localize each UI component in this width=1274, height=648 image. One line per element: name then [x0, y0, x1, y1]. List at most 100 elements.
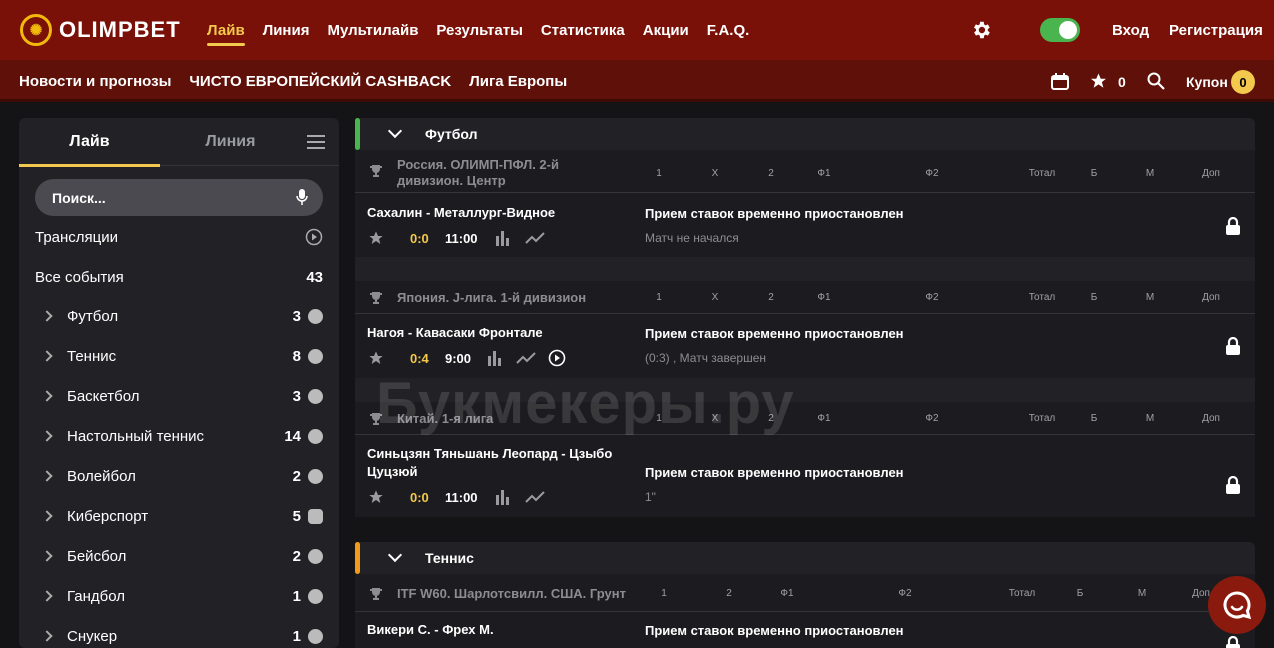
col-under: М	[1145, 168, 1155, 179]
tab-live[interactable]: Лайв	[19, 118, 160, 167]
bar-chart-icon[interactable]	[494, 489, 510, 505]
event-row[interactable]: Синьцзян Тяньшань Леопард - Цзыбо Цуцзюй…	[355, 435, 1255, 517]
trend-icon[interactable]	[525, 489, 545, 505]
sidebar-item-baseball[interactable]: Бейсбол 2	[35, 537, 323, 577]
league-header: ITF W60. Шарлотсвилл. США. Грунт 1 2 Ф1 …	[355, 574, 1255, 612]
sport-title: Теннис	[425, 550, 474, 566]
event-row[interactable]: Сахалин - Металлург-Видное 0:0 11:00 При…	[355, 193, 1255, 257]
play-icon[interactable]	[548, 349, 566, 367]
snooker-icon	[308, 629, 323, 644]
sport-count: 2	[292, 548, 301, 565]
menu-icon[interactable]	[307, 135, 325, 149]
bar-chart-icon[interactable]	[486, 350, 502, 366]
nav-promotions[interactable]: Акции	[643, 22, 689, 39]
event-teams[interactable]: Сахалин - Металлург-Видное	[367, 204, 555, 222]
sport-label: Настольный теннис	[67, 428, 205, 445]
chat-bubble-icon	[1223, 591, 1252, 620]
col-2: 2	[768, 168, 774, 179]
event-score: 0:0	[410, 490, 429, 505]
event-status: Прием ставок временно приостановлен	[645, 326, 904, 341]
sport-header-tennis[interactable]: Теннис	[355, 542, 1255, 574]
coupon-button[interactable]: Купон	[1186, 74, 1228, 90]
nav-live[interactable]: Лайв	[207, 22, 245, 46]
sport-header-football[interactable]: Футбол	[355, 118, 1255, 150]
trend-icon[interactable]	[516, 350, 536, 366]
search-icon[interactable]	[1147, 72, 1165, 90]
bar-chart-icon[interactable]	[494, 230, 510, 246]
sport-label: Футбол	[67, 308, 119, 325]
play-icon	[305, 228, 323, 246]
sidebar-item-basketball[interactable]: Баскетбол 3	[35, 377, 323, 417]
star-icon[interactable]	[368, 350, 384, 366]
trend-icon[interactable]	[525, 230, 545, 246]
chat-button[interactable]	[1208, 576, 1266, 634]
sidebar-item-tennis[interactable]: Теннис 8	[35, 337, 323, 377]
sport-count: 8	[292, 348, 301, 365]
event-row[interactable]: Нагоя - Кавасаки Фронтале 0:4 9:00 Прием…	[355, 314, 1255, 378]
subnav-news[interactable]: Новости и прогнозы	[19, 73, 171, 90]
subnav-cashback[interactable]: ЧИСТО ЕВРОПЕЙСКИЙ CASHBACK	[189, 73, 451, 90]
col-f1: Ф1	[817, 168, 831, 179]
sidebar-item-handball[interactable]: Гандбол 1	[35, 577, 323, 617]
sidebar-item-table-tennis[interactable]: Настольный теннис 14	[35, 417, 323, 457]
sport-label: Баскетбол	[67, 388, 140, 405]
sport-title: Футбол	[425, 126, 478, 142]
theme-toggle[interactable]	[1040, 18, 1080, 42]
nav-line[interactable]: Линия	[263, 22, 310, 39]
microphone-icon[interactable]	[296, 189, 308, 206]
watermark: Букмекеры.ру	[376, 371, 795, 436]
event-teams[interactable]: Нагоя - Кавасаки Фронтале	[367, 324, 543, 342]
all-events-item[interactable]: Все события 43	[35, 257, 323, 297]
league-name: Россия. ОЛИМП-ПФЛ. 2-й дивизион. Центр	[397, 157, 559, 188]
sub-nav: Новости и прогнозы ЧИСТО ЕВРОПЕЙСКИЙ CAS…	[19, 60, 567, 102]
chevron-down-icon[interactable]	[387, 123, 403, 139]
chevron-down-icon[interactable]	[387, 547, 403, 563]
star-icon[interactable]	[368, 489, 384, 505]
gear-icon[interactable]	[970, 19, 992, 41]
chevron-right-icon	[41, 550, 53, 562]
sport-count: 3	[292, 308, 301, 325]
star-icon[interactable]	[368, 230, 384, 246]
lock-icon	[1226, 337, 1240, 355]
handball-icon	[308, 589, 323, 604]
event-row[interactable]: Викери С. - Фрех М. Прием ставок временн…	[355, 612, 1255, 648]
sport-label: Киберспорт	[67, 508, 149, 525]
nav-results[interactable]: Результаты	[436, 22, 522, 39]
chevron-right-icon	[41, 310, 53, 322]
search-input[interactable]: Поиск...	[35, 179, 323, 216]
col-over: Б	[1090, 168, 1098, 179]
event-substatus: 1"	[645, 490, 656, 504]
calendar-icon[interactable]	[1051, 73, 1069, 90]
col-f1: Ф1	[817, 413, 831, 424]
col-1: 1	[661, 588, 667, 599]
tab-line[interactable]: Линия	[160, 118, 301, 166]
basketball-icon	[308, 389, 323, 404]
col-1: 1	[656, 292, 662, 303]
favorites-star-icon[interactable]	[1089, 72, 1108, 90]
event-status: Прием ставок временно приостановлен	[645, 465, 904, 480]
sidebar-item-football[interactable]: Футбол 3	[35, 297, 323, 337]
event-teams[interactable]: Викери С. - Фрех М.	[367, 621, 494, 639]
event-teams[interactable]: Синьцзян Тяньшань Леопард - Цзыбо Цуцзюй	[367, 445, 617, 481]
trophy-icon	[370, 588, 382, 600]
col-total: Тотал	[1028, 168, 1056, 179]
register-button[interactable]: Регистрация	[1169, 22, 1263, 39]
sidebar-item-esports[interactable]: Киберспорт 5	[35, 497, 323, 537]
table-tennis-icon	[308, 429, 323, 444]
broadcasts-item[interactable]: Трансляции	[35, 217, 323, 257]
sidebar-item-snooker[interactable]: Снукер 1	[35, 617, 323, 648]
gamepad-icon	[308, 509, 323, 524]
subnav-europa-league[interactable]: Лига Европы	[469, 73, 567, 90]
sidebar-item-volleyball[interactable]: Волейбол 2	[35, 457, 323, 497]
nav-statistics[interactable]: Статистика	[541, 22, 625, 39]
login-button[interactable]: Вход	[1112, 22, 1149, 39]
league-header: Россия. ОЛИМП-ПФЛ. 2-й дивизион. Центр 1…	[355, 150, 1255, 193]
spacer	[355, 257, 1255, 281]
league-name: ITF W60. Шарлотсвилл. США. Грунт	[397, 586, 626, 601]
sport-label: Волейбол	[67, 468, 136, 485]
sport-count: 14	[284, 428, 301, 445]
nav-multilive[interactable]: Мультилайв	[327, 22, 418, 39]
logo[interactable]: ✺ OLIMPBET	[20, 14, 181, 46]
col-total: Тотал	[1028, 292, 1056, 303]
nav-faq[interactable]: F.A.Q.	[707, 22, 750, 39]
